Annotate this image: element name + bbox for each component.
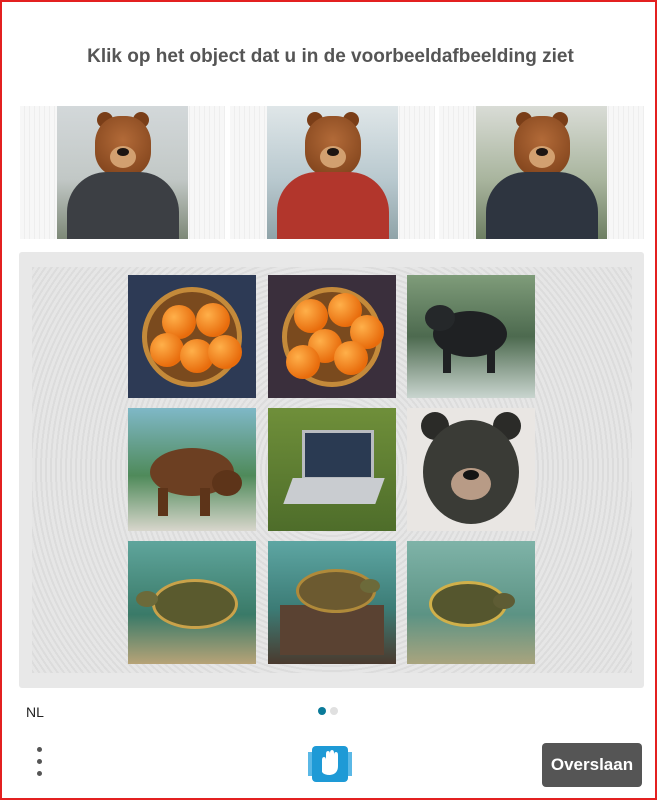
- example-image-1: [20, 106, 225, 239]
- tile-oranges-bowl-1[interactable]: [128, 275, 256, 398]
- three-dots-vertical-icon[interactable]: [32, 745, 50, 781]
- tile-bear-face-drawing[interactable]: [407, 408, 535, 531]
- tile-turtle-3[interactable]: [407, 541, 535, 664]
- hand-logo-icon: [308, 742, 352, 786]
- captcha-frame: Klik op het object dat u in de voorbeeld…: [0, 0, 657, 800]
- tile-black-bear-forest[interactable]: [407, 275, 535, 398]
- tile-turtle-1[interactable]: [128, 541, 256, 664]
- tile-laptop-grass[interactable]: [268, 408, 396, 531]
- example-image-2: [230, 106, 435, 239]
- page-dot-inactive: [330, 707, 338, 715]
- tile-turtle-2[interactable]: [268, 541, 396, 664]
- page-dot-active: [318, 707, 326, 715]
- tile-oranges-bowl-2[interactable]: [268, 275, 396, 398]
- skip-button[interactable]: Overslaan: [542, 743, 642, 787]
- tile-brown-bear-forest[interactable]: [128, 408, 256, 531]
- prompt-title: Klik op het object dat u in de voorbeeld…: [87, 46, 574, 67]
- example-image-3: [439, 106, 644, 239]
- challenge-grid: [32, 267, 632, 673]
- language-selector[interactable]: NL: [26, 704, 44, 720]
- challenge-grid-panel: [19, 252, 644, 688]
